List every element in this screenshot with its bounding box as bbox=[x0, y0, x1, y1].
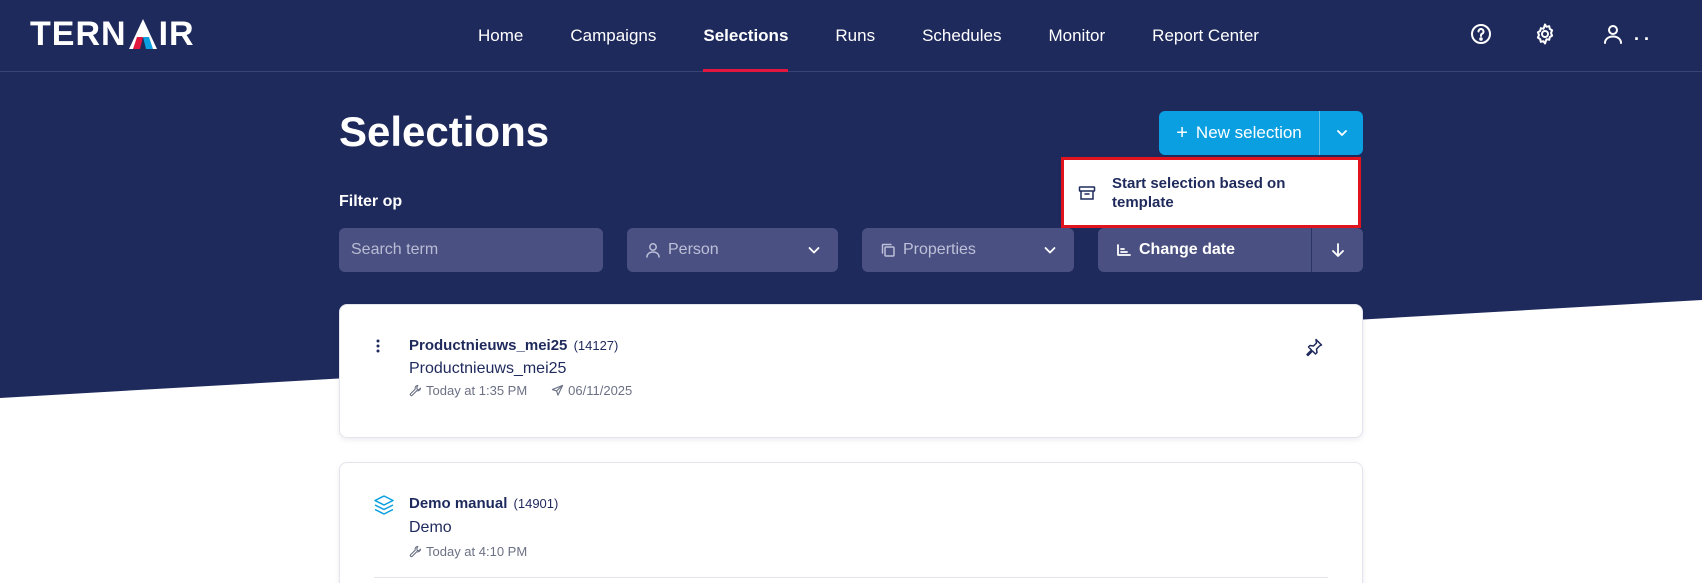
chevron-down-icon bbox=[1044, 247, 1056, 254]
sent-date: 06/11/2025 bbox=[568, 383, 633, 398]
selection-id: (14127) bbox=[573, 338, 619, 353]
pin-icon[interactable] bbox=[1304, 337, 1324, 357]
person-filter-label: Person bbox=[668, 241, 719, 258]
selection-card[interactable]: Productnieuws_mei25 (14127) Productnieuw… bbox=[339, 304, 1363, 438]
layers-icon bbox=[374, 495, 394, 515]
modified-date: Today at 1:35 PM bbox=[426, 383, 528, 398]
nav-item-campaigns[interactable]: Campaigns bbox=[570, 0, 656, 72]
selection-id: (14901) bbox=[513, 496, 559, 511]
selection-name[interactable]: Productnieuws_mei25 (14127) bbox=[409, 337, 618, 354]
sort-lines-icon bbox=[1117, 244, 1131, 256]
nav-item-runs[interactable]: Runs bbox=[835, 0, 875, 72]
new-selection-dropdown-toggle[interactable] bbox=[1319, 111, 1363, 155]
sort-control: Change date bbox=[1098, 228, 1363, 272]
nav-item-schedules[interactable]: Schedules bbox=[922, 0, 1001, 72]
logo-text-right: IR bbox=[158, 14, 195, 53]
person-filter[interactable]: Person bbox=[627, 228, 838, 272]
filter-label: Filter op bbox=[339, 193, 403, 210]
wrench-icon bbox=[409, 384, 422, 397]
selection-subtitle: Productnieuws_mei25 bbox=[409, 360, 567, 377]
selection-card[interactable]: Demo manual (14901) Demo Today at 4:10 P… bbox=[339, 462, 1363, 583]
new-selection-button[interactable]: + New selection bbox=[1159, 111, 1319, 155]
search-input[interactable] bbox=[339, 241, 603, 259]
user-name-label[interactable]: . . bbox=[1634, 24, 1664, 48]
selection-name-text: Productnieuws_mei25 bbox=[409, 337, 568, 354]
selection-name-text: Demo manual bbox=[409, 495, 508, 512]
selection-name[interactable]: Demo manual (14901) bbox=[409, 495, 558, 512]
selection-subtitle: Demo bbox=[409, 519, 452, 536]
sort-field-label[interactable]: Change date bbox=[1139, 241, 1235, 259]
divider bbox=[374, 577, 1328, 578]
wrench-icon bbox=[409, 545, 422, 558]
user-icon[interactable] bbox=[1601, 22, 1625, 46]
nav-item-monitor[interactable]: Monitor bbox=[1048, 0, 1105, 72]
selection-meta: Today at 4:10 PM bbox=[409, 544, 527, 559]
new-selection-button-group: + New selection bbox=[1159, 111, 1363, 155]
new-selection-label: New selection bbox=[1195, 123, 1302, 142]
selection-meta: Today at 1:35 PM 06/11/2025 bbox=[409, 383, 632, 398]
ternair-logo[interactable]: TERN IR bbox=[30, 14, 195, 53]
arrow-down-icon bbox=[1331, 243, 1344, 257]
plus-icon: + bbox=[1176, 121, 1188, 144]
send-icon bbox=[552, 384, 564, 396]
help-icon[interactable] bbox=[1469, 22, 1493, 46]
top-navigation-bar: TERN IR Home Campaigns Selections Runs S… bbox=[0, 0, 1702, 72]
nav-item-report-center[interactable]: Report Center bbox=[1152, 0, 1259, 72]
logo-text-left: TERN bbox=[30, 14, 127, 53]
search-field bbox=[339, 228, 603, 272]
gear-icon[interactable] bbox=[1533, 22, 1557, 46]
copy-icon bbox=[881, 243, 895, 257]
chevron-down-icon bbox=[808, 247, 820, 254]
nav-item-selections[interactable]: Selections bbox=[703, 0, 789, 72]
archive-icon bbox=[1078, 185, 1096, 200]
logo-a-glyph-icon bbox=[128, 17, 158, 51]
start-from-template-menu-item[interactable]: Start selection based on template bbox=[1061, 157, 1361, 228]
page-title: Selections bbox=[339, 108, 550, 155]
sort-direction-button[interactable] bbox=[1311, 228, 1363, 272]
start-from-template-label: Start selection based on template bbox=[1112, 174, 1286, 211]
properties-filter-label: Properties bbox=[903, 241, 976, 258]
nav-item-home[interactable]: Home bbox=[478, 0, 523, 72]
properties-filter[interactable]: Properties bbox=[862, 228, 1074, 272]
chevron-down-icon bbox=[1336, 130, 1347, 136]
modified-date: Today at 4:10 PM bbox=[426, 544, 528, 559]
more-vertical-icon[interactable] bbox=[375, 338, 381, 354]
person-icon bbox=[646, 243, 660, 258]
main-nav: Home Campaigns Selections Runs Schedules… bbox=[478, 0, 1306, 72]
